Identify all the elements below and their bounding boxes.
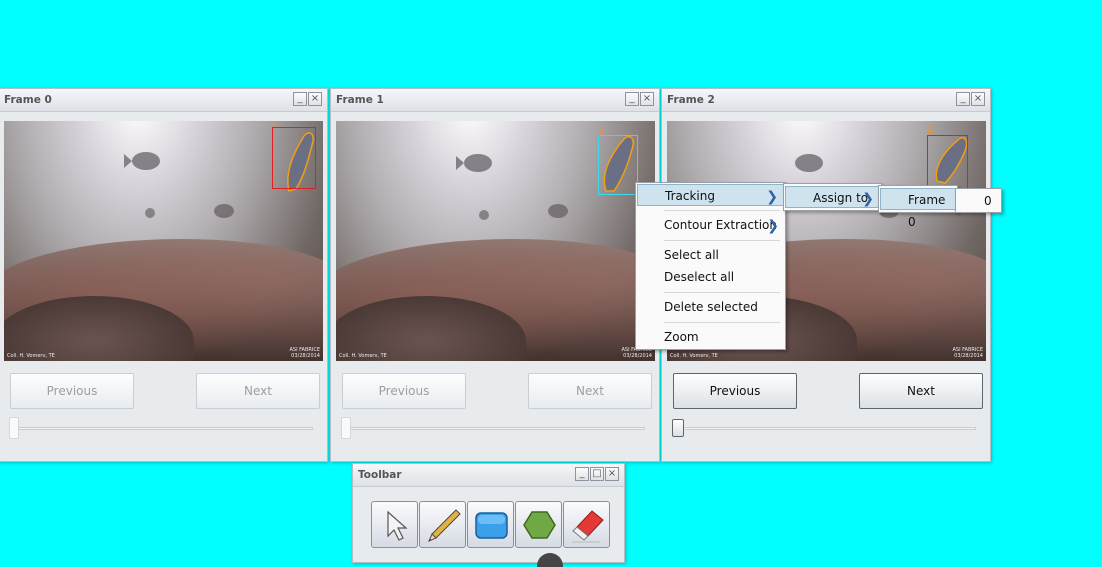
menu-item-frame-0[interactable]: Frame 0 bbox=[880, 188, 956, 229]
rectangle-icon bbox=[475, 512, 508, 539]
menu-separator bbox=[664, 292, 780, 293]
polygon-tool-button[interactable] bbox=[515, 501, 562, 548]
pencil-tool-button[interactable] bbox=[419, 501, 466, 548]
menu-item-tracking[interactable]: Tracking ❯ bbox=[637, 184, 784, 206]
image-caption-right: ASI FABRICE 03/28/2014 bbox=[289, 347, 320, 359]
chevron-right-icon: ❯ bbox=[766, 189, 778, 205]
frame-1-titlebar[interactable]: Frame 1 _ × bbox=[331, 89, 659, 112]
minimize-button[interactable]: _ bbox=[575, 467, 589, 481]
close-button[interactable]: × bbox=[308, 92, 322, 106]
frame-slider[interactable] bbox=[676, 427, 976, 430]
frame-1-title: Frame 1 bbox=[336, 94, 384, 106]
menu-item-select-all[interactable]: Select all bbox=[637, 244, 784, 266]
menu-item-assign-to[interactable]: Assign to ❯ bbox=[785, 186, 880, 208]
maximize-button[interactable]: □ bbox=[590, 467, 604, 481]
polygon-icon bbox=[523, 511, 556, 539]
previous-button[interactable]: Previous bbox=[673, 373, 797, 409]
image-caption-left: Coll. H. Vomerv, TE bbox=[670, 353, 718, 359]
slider-thumb[interactable] bbox=[672, 419, 684, 437]
frame-0-title: Frame 0 bbox=[4, 94, 52, 106]
selection-box-label: 1 bbox=[598, 123, 605, 136]
minimize-button[interactable]: _ bbox=[625, 92, 639, 106]
chevron-right-icon: ❯ bbox=[767, 218, 779, 234]
eraser-icon bbox=[572, 510, 604, 543]
selection-box[interactable] bbox=[272, 127, 316, 189]
close-button[interactable]: × bbox=[640, 92, 654, 106]
image-caption-right: ASI FABRICE 03/28/2014 bbox=[952, 347, 983, 359]
toolbar-title: Toolbar bbox=[358, 469, 402, 481]
chevron-right-icon: ❯ bbox=[862, 191, 874, 207]
rectangle-tool-button[interactable] bbox=[467, 501, 514, 548]
frame-slider[interactable] bbox=[345, 427, 645, 430]
assign-submenu: Frame 0 bbox=[878, 185, 958, 229]
frame-window-0: Frame 0 _ × 0 Coll. H. Vomerv, TE ASI FA… bbox=[0, 88, 328, 462]
next-button[interactable]: Next bbox=[528, 373, 652, 409]
selection-box-label: 0 bbox=[272, 121, 279, 128]
menu-item-zoom[interactable]: Zoom bbox=[637, 326, 784, 348]
pencil-icon bbox=[428, 509, 461, 542]
menu-item-label: Contour Extraction bbox=[664, 218, 777, 232]
pointer-tool-button[interactable] bbox=[371, 501, 418, 548]
tracking-submenu: Assign to ❯ bbox=[783, 183, 882, 211]
frame-0-image[interactable]: 0 Coll. H. Vomerv, TE ASI FABRICE 03/28/… bbox=[4, 121, 323, 361]
frame-0-titlebar[interactable]: Frame 0 _ × bbox=[0, 89, 327, 112]
close-button[interactable]: × bbox=[605, 467, 619, 481]
menu-separator bbox=[664, 322, 780, 323]
context-menu: Tracking ❯ Contour Extraction ❯ Select a… bbox=[635, 182, 786, 350]
frame-window-1: Frame 1 _ × 1 Coll. H. Vomerv, TE ASI FA… bbox=[330, 88, 660, 462]
selection-box-label: 2 bbox=[927, 123, 934, 136]
minimize-button[interactable]: _ bbox=[293, 92, 307, 106]
pointer-icon bbox=[387, 510, 408, 541]
previous-button[interactable]: Previous bbox=[10, 373, 134, 409]
selection-box[interactable] bbox=[927, 135, 968, 190]
menu-item-label: Assign to bbox=[813, 191, 869, 205]
menu-item-label: Tracking bbox=[665, 189, 715, 203]
frame-2-titlebar[interactable]: Frame 2 _ × bbox=[662, 89, 990, 112]
frame-submenu: 0 bbox=[955, 188, 1002, 213]
previous-button[interactable]: Previous bbox=[342, 373, 466, 409]
image-caption-left: Coll. H. Vomerv, TE bbox=[7, 353, 55, 359]
close-button[interactable]: × bbox=[971, 92, 985, 106]
menu-item-object-0[interactable]: 0 bbox=[957, 190, 1000, 212]
menu-item-contour-extraction[interactable]: Contour Extraction ❯ bbox=[637, 214, 784, 236]
menu-item-delete-selected[interactable]: Delete selected bbox=[637, 296, 784, 318]
frame-2-title: Frame 2 bbox=[667, 94, 715, 106]
slider-thumb[interactable] bbox=[341, 417, 351, 439]
menu-separator bbox=[664, 210, 780, 211]
frame-1-image[interactable]: 1 Coll. H. Vomerv, TE ASI FABRICE 03/28/… bbox=[336, 121, 655, 361]
eraser-tool-button[interactable] bbox=[563, 501, 610, 548]
minimize-button[interactable]: _ bbox=[956, 92, 970, 106]
menu-item-deselect-all[interactable]: Deselect all bbox=[637, 266, 784, 288]
next-button[interactable]: Next bbox=[859, 373, 983, 409]
next-button[interactable]: Next bbox=[196, 373, 320, 409]
image-caption-left: Coll. H. Vomerv, TE bbox=[339, 353, 387, 359]
menu-separator bbox=[664, 240, 780, 241]
toolbar-titlebar[interactable]: Toolbar _ □ × bbox=[353, 464, 624, 487]
frame-slider[interactable] bbox=[13, 427, 313, 430]
toolbar-window: Toolbar _ □ × bbox=[352, 463, 625, 563]
slider-thumb[interactable] bbox=[9, 417, 19, 439]
selection-box[interactable] bbox=[598, 135, 638, 195]
